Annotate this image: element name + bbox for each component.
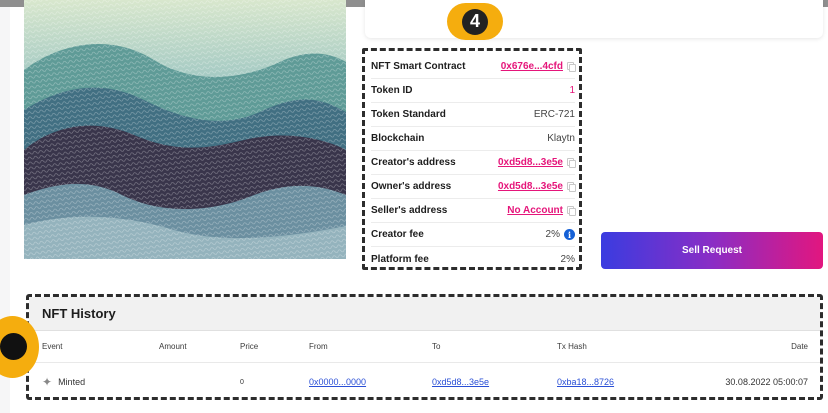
platform-fee-value: 2%: [560, 253, 575, 265]
info-row-owner: Owner's address 0xd5d8...3e5e: [371, 175, 576, 199]
copy-icon[interactable]: [567, 62, 576, 72]
column-header-to: To: [432, 342, 441, 351]
copy-icon[interactable]: [567, 206, 576, 216]
info-row-contract: NFT Smart Contract 0x676e...4cfd: [371, 55, 576, 79]
contract-link[interactable]: 0x676e...4cfd: [501, 61, 563, 72]
nft-history-panel: NFT History Event Amount Price From To T…: [26, 294, 823, 400]
info-label: Creator fee: [371, 229, 424, 240]
blockchain-value: Klaytn: [547, 133, 575, 144]
tx-hash-link[interactable]: 0xba18...8726: [557, 367, 614, 397]
column-header-amount: Amount: [159, 342, 187, 351]
token-id-value: 1: [569, 85, 575, 96]
column-header-tx-hash: Tx Hash: [557, 342, 587, 351]
info-row-seller: Seller's address No Account: [371, 199, 576, 223]
nft-info-box: NFT Smart Contract 0x676e...4cfd Token I…: [362, 48, 582, 270]
history-header-row: Event Amount Price From To Tx Hash Date: [29, 331, 820, 363]
top-card: [365, 0, 823, 38]
table-row: ✦ Minted 0 0x0000...0000 0xd5d8...3e5e 0…: [29, 367, 820, 397]
nft-artwork: [24, 0, 346, 259]
step-4-badge: 4: [447, 3, 503, 40]
info-label: Platform fee: [371, 253, 429, 265]
column-header-event: Event: [42, 342, 63, 351]
token-standard-value: ERC-721: [533, 109, 575, 120]
info-row-token-id: Token ID 1: [371, 79, 575, 103]
info-row-blockchain: Blockchain Klaytn: [371, 127, 575, 151]
seller-address-link[interactable]: No Account: [507, 205, 563, 216]
creator-fee-value: 2%: [545, 229, 560, 240]
info-label: Seller's address: [371, 205, 448, 216]
info-row-token-standard: Token Standard ERC-721: [371, 103, 575, 127]
sparkle-icon: ✦: [42, 375, 53, 389]
info-label: Token ID: [371, 85, 413, 96]
owner-address-link[interactable]: 0xd5d8...3e5e: [498, 181, 563, 192]
info-row-creator-fee: Creator fee 2% i: [371, 223, 575, 247]
copy-icon[interactable]: [567, 158, 576, 168]
to-address-link[interactable]: 0xd5d8...3e5e: [432, 367, 489, 397]
event-value: Minted: [58, 377, 86, 387]
info-label: Owner's address: [371, 181, 452, 192]
date-value: 30.08.2022 05:00:07: [725, 377, 808, 387]
info-row-creator: Creator's address 0xd5d8...3e5e: [371, 151, 576, 175]
column-header-from: From: [309, 342, 328, 351]
step-badge-number: [0, 333, 27, 360]
step-4-number: 4: [462, 8, 488, 35]
info-label: Token Standard: [371, 109, 446, 120]
copy-icon[interactable]: [567, 182, 576, 192]
info-row-platform-fee: Platform fee 2%: [371, 247, 575, 271]
info-label: Blockchain: [371, 133, 425, 144]
info-label: NFT Smart Contract: [371, 61, 466, 72]
column-header-date: Date: [791, 342, 808, 351]
price-value: 0: [240, 378, 244, 386]
creator-address-link[interactable]: 0xd5d8...3e5e: [498, 157, 563, 168]
sell-request-button[interactable]: Sell Request: [601, 232, 823, 269]
column-header-price: Price: [240, 342, 259, 351]
from-address-link[interactable]: 0x0000...0000: [309, 367, 366, 397]
history-title: NFT History: [29, 297, 820, 331]
info-icon[interactable]: i: [564, 229, 575, 240]
info-label: Creator's address: [371, 157, 456, 168]
